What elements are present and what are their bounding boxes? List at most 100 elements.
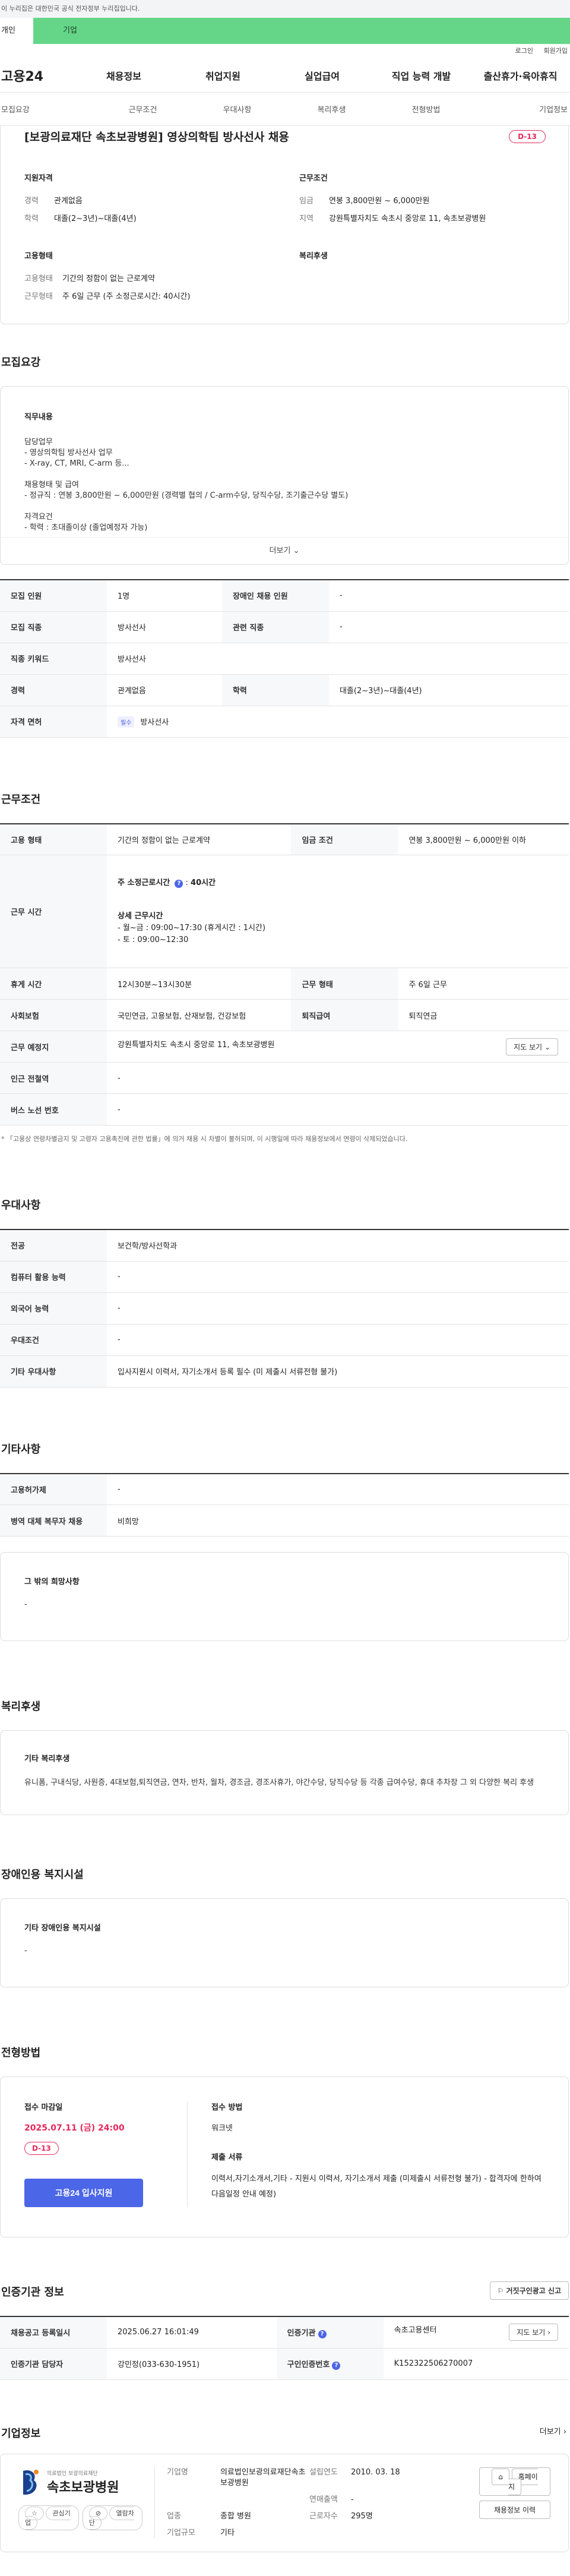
info-value: 의료법인보광의료재단속초보광병원 — [220, 2467, 306, 2488]
report-icon: ⚐ — [497, 2287, 504, 2295]
job-history-button[interactable]: 채용정보 이력 — [479, 2500, 550, 2519]
info-icon[interactable]: ? — [318, 2330, 327, 2338]
nav-item-training[interactable]: 직업 능력 개발 — [372, 68, 471, 83]
work-label: 지역 — [299, 214, 314, 223]
row-label: 외국어 능력 — [0, 1292, 107, 1325]
table-row: 사회보험 국민연금, 고용보험, 산재보험, 건강보험 퇴직급여 퇴직연금 — [0, 999, 569, 1031]
row-label: 인증기관 담당자 — [0, 2348, 107, 2380]
workcond-section-title: 근무조건 — [1, 793, 41, 806]
table-row: 기타 우대사항 입사지원시 이력서, 자기소개서 등록 필수 (미 제출시 서류전… — [0, 1355, 569, 1387]
info-icon[interactable]: ? — [332, 2361, 341, 2370]
welfare-summary-block: 복리후생 — [299, 249, 550, 306]
work-week-value: 40시간 — [191, 878, 216, 887]
row-label: 경력 — [0, 674, 107, 706]
info-value: 2010. 03. 18 — [351, 2467, 400, 2477]
welfare-box: 기타 복리후생 유니폼, 구내식당, 사원증, 4대보험,퇴직연금, 연차, 반… — [0, 1730, 569, 1815]
tab-welfare[interactable]: 복리후생 — [284, 103, 379, 115]
row-value: 연봉 3,800만원 ~ 6,000만원 이하 — [398, 823, 569, 855]
row-label: 구인인증번호? — [276, 2348, 384, 2380]
job-desc-line: - 정규직 : 연봉 3,800만원 ~ 6,000만원 (경력별 협의 / C… — [24, 491, 349, 500]
qualification-heading: 지원자격 — [24, 174, 53, 183]
map-button[interactable]: 지도 보기 ⌄ — [506, 1038, 558, 1055]
work-time-cell: 주 소정근로시간 ? : 40시간 상세 근무시간 - 월~금 : 09:00~… — [107, 855, 569, 968]
more-button[interactable]: 더보기 ⌄ — [1, 537, 568, 564]
row-value: 입사지원시 이력서, 자기소개서 등록 필수 (미 제출시 서류전형 불가) — [107, 1355, 569, 1387]
login-link[interactable]: 로그인 — [515, 47, 533, 55]
row-value: 관계없음 — [107, 674, 222, 706]
row-label: 고용허가제 — [0, 1473, 107, 1505]
row-value: 국민연금, 고용보험, 산재보험, 건강보험 — [107, 999, 292, 1031]
table-row: 전공 보건학/방사선학과 — [0, 1229, 569, 1262]
tab-company[interactable]: 기업정보 — [473, 103, 570, 115]
tab-recruit[interactable]: 모집요강 — [0, 103, 96, 115]
info-value: 종합 병원 — [220, 2511, 251, 2521]
interest-company-button[interactable]: ☆ 관심기업 — [18, 2505, 79, 2530]
join-link[interactable]: 회원가입 — [544, 47, 568, 55]
site-logo[interactable]: 고용24 — [0, 66, 74, 85]
table-row: 경력 관계없음 학력 대졸(2~3년)~대졸(4년) — [0, 674, 569, 706]
org-label: 인증기관 — [287, 2328, 316, 2338]
row-label: 버스 노선 번호 — [0, 1093, 107, 1126]
workcond-block: 근무조건 임금 연봉 3,800만원 ~ 6,000만원 지역 강원특별자치도 속초… — [299, 172, 550, 228]
table-row: 병역 대체 복무자 채용 비희망 — [0, 1504, 569, 1537]
qual-value: 대졸(2~3년)~대졸(4년) — [54, 214, 137, 223]
cert-table: 채용공고 등록일시 2025.06.27 16:01:49 인증기관? 속초고용센… — [0, 2316, 569, 2380]
method-value: 워크넷 — [211, 2124, 233, 2133]
info-label: 기업명 — [167, 2467, 188, 2477]
company-info-grid: 기업명 의료법인보광의료재단속초보광병원 설립연도 2010. 03. 18 연매출… — [155, 2467, 479, 2539]
apply-button[interactable]: 고용24 입사지원 — [24, 2179, 143, 2207]
org-value: 속초고용센터 — [394, 2326, 437, 2335]
table-row: 고용허가제 - — [0, 1473, 569, 1505]
row-value: 강민정(033-630-1951) — [107, 2348, 277, 2380]
row-value: 방사선사 — [107, 643, 569, 675]
info-icon[interactable]: ? — [175, 879, 183, 888]
workcond-table: 고용 형태 기간의 정함이 없는 근로계약 임금 조건 연봉 3,800만원 ~ 6… — [0, 823, 569, 1126]
nav-item-support[interactable]: 취업지원 — [173, 68, 273, 83]
row-label: 인증기관? — [276, 2316, 384, 2349]
table-row: 외국어 능력 - — [0, 1292, 569, 1325]
welfare-section-title: 복리후생 — [1, 1701, 41, 1713]
info-label: 근로자수 — [309, 2511, 338, 2521]
company-logo-area: 의료법인 보광의료재단 속초보광병원 ☆ 관심기업 ⊘ 열람차단 — [18, 2467, 155, 2539]
job-desc-heading: 직무내용 — [24, 413, 53, 422]
row-value: 대졸(2~3년)~대졸(4년) — [328, 674, 569, 706]
other-wish-value: - — [24, 1600, 27, 1609]
info-label: 연매출액 — [309, 2495, 338, 2504]
pref-section-title: 우대사항 — [1, 1199, 41, 1212]
company-logo: 의료법인 보광의료재단 속초보광병원 — [18, 2467, 142, 2498]
tab-company[interactable]: 기업 — [33, 18, 570, 44]
report-button[interactable]: ⚐ 거짓구인광고 신고 — [489, 2281, 569, 2300]
tab-personal[interactable]: 개인 — [0, 18, 33, 44]
tab-workcond[interactable]: 근무조건 — [96, 103, 190, 115]
company-box: 의료법인 보광의료재단 속초보광병원 ☆ 관심기업 ⊘ 열람차단 기업명 의료법인… — [0, 2453, 569, 2552]
recruit-table: 모집 인원 1명 장애인 채용 인원 - 모집 직종 방사선사 관련 직종 - 직종 키… — [0, 579, 569, 738]
row-value: - — [107, 1062, 569, 1094]
job-desc-line: - 학력 : 초대졸이상 (졸업예정자 가능) — [24, 523, 148, 532]
homepage-button[interactable]: ⌂ 홈페이지 — [479, 2467, 550, 2496]
nav-item-leave[interactable]: 출산휴가·육아휴직 — [471, 68, 570, 83]
row-label: 고용 형태 — [0, 823, 107, 855]
map-button[interactable]: 지도 보기 › — [509, 2324, 558, 2341]
row-label: 전공 — [0, 1229, 107, 1262]
row-value: 주 6일 근무 — [398, 968, 569, 1000]
logo-name: 속초보광병원 — [47, 2480, 119, 2495]
tab-pref[interactable]: 우대사항 — [190, 103, 284, 115]
tab-process[interactable]: 전형방법 — [379, 103, 473, 115]
table-row: 버스 노선 번호 - — [0, 1093, 569, 1126]
row-label: 컴퓨터 활용 능력 — [0, 1261, 107, 1293]
info-value: 295명 — [351, 2511, 373, 2521]
table-row: 자격 면허 필수 방사선사 — [0, 706, 569, 738]
nav-item-jobs[interactable]: 채용정보 — [74, 68, 173, 83]
work-detail-label: 상세 근무시간 — [118, 911, 163, 921]
work-time-line: - 토 : 09:00~12:30 — [118, 935, 189, 944]
nav-item-benefit[interactable]: 실업급여 — [273, 68, 372, 83]
dday-badge: D-13 — [509, 130, 546, 143]
docs-value: 이력서,자기소개서,기타 - 지원시 이력서, 자기소개서 제출 (미제출시 서… — [211, 2174, 542, 2199]
row-value: - — [107, 1093, 569, 1126]
row-value: 퇴직연금 — [398, 999, 569, 1031]
work-week-label: 주 소정근로시간 — [118, 878, 170, 887]
block-company-button[interactable]: ⊘ 열람차단 — [82, 2505, 142, 2530]
info-label: 기업규모 — [167, 2528, 195, 2537]
company-more-link[interactable]: 더보기 › — [540, 2425, 569, 2436]
other-wish-box: 그 밖의 희망사항 - — [0, 1552, 569, 1641]
